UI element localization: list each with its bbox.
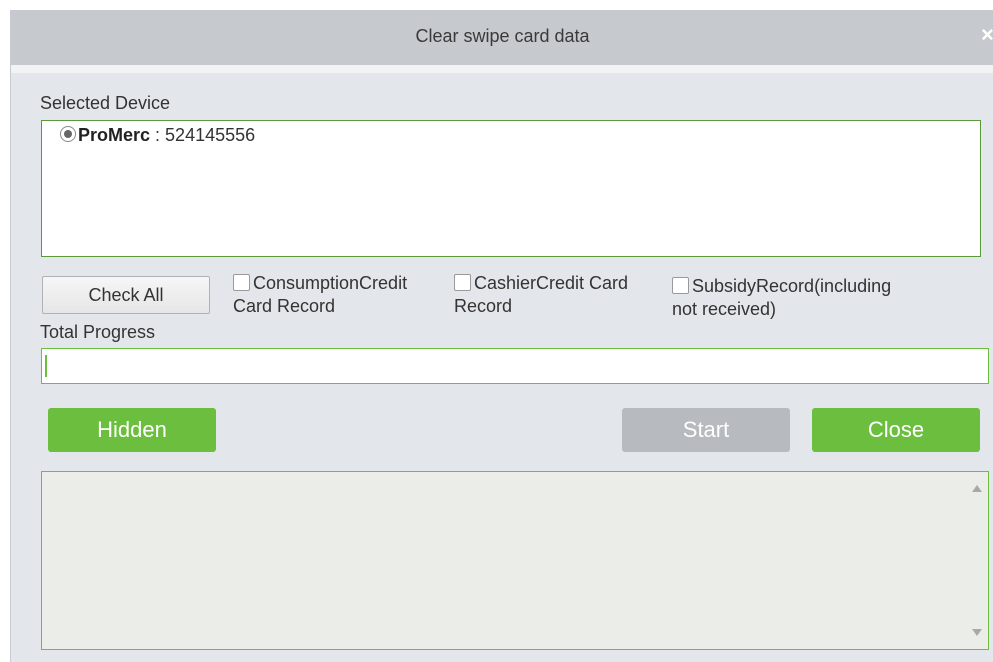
device-separator: :: [150, 125, 166, 145]
device-serial: 524145556: [165, 125, 256, 145]
option-consumption-credit-card-record[interactable]: ConsumptionCredit Card Record: [233, 272, 407, 318]
titlebar-divider: [11, 65, 993, 73]
selected-device-label: Selected Device: [40, 93, 171, 113]
radio-selected-icon[interactable]: [60, 126, 76, 142]
checkbox-icon[interactable]: [672, 277, 689, 294]
start-button[interactable]: Start: [622, 408, 790, 452]
clear-swipe-card-dialog: Clear swipe card data × Selected Device …: [10, 10, 993, 662]
option-label-line2: not received): [672, 299, 777, 319]
option-label-line1: CashierCredit Card: [474, 273, 629, 293]
close-button[interactable]: Close: [812, 408, 980, 452]
progress-cursor: [45, 355, 47, 377]
device-item[interactable]: ProMerc : 524145556: [60, 125, 255, 146]
device-list[interactable]: ProMerc : 524145556: [41, 120, 981, 257]
device-name: ProMerc: [78, 125, 151, 145]
option-cashier-credit-card-record[interactable]: CashierCredit Card Record: [454, 272, 628, 318]
option-label-line2: Record: [454, 296, 513, 316]
hidden-button[interactable]: Hidden: [48, 408, 216, 452]
close-icon[interactable]: ×: [981, 24, 993, 46]
scroll-down-arrow-icon[interactable]: [972, 629, 982, 636]
dialog-titlebar: Clear swipe card data ×: [11, 10, 993, 65]
log-scrollbar[interactable]: [966, 472, 988, 649]
checkbox-icon[interactable]: [233, 274, 250, 291]
option-subsidy-record[interactable]: SubsidyRecord(including not received): [672, 275, 891, 321]
total-progress-label: Total Progress: [40, 322, 156, 342]
option-label-line1: SubsidyRecord(including: [692, 276, 892, 296]
option-label-line2: Card Record: [233, 296, 336, 316]
log-output-area[interactable]: [41, 471, 989, 650]
total-progress-bar: [41, 348, 989, 384]
option-label-line1: ConsumptionCredit: [253, 273, 408, 293]
check-all-button[interactable]: Check All: [42, 276, 210, 314]
dialog-title: Clear swipe card data: [415, 26, 590, 46]
checkbox-icon[interactable]: [454, 274, 471, 291]
scroll-up-arrow-icon[interactable]: [972, 485, 982, 492]
